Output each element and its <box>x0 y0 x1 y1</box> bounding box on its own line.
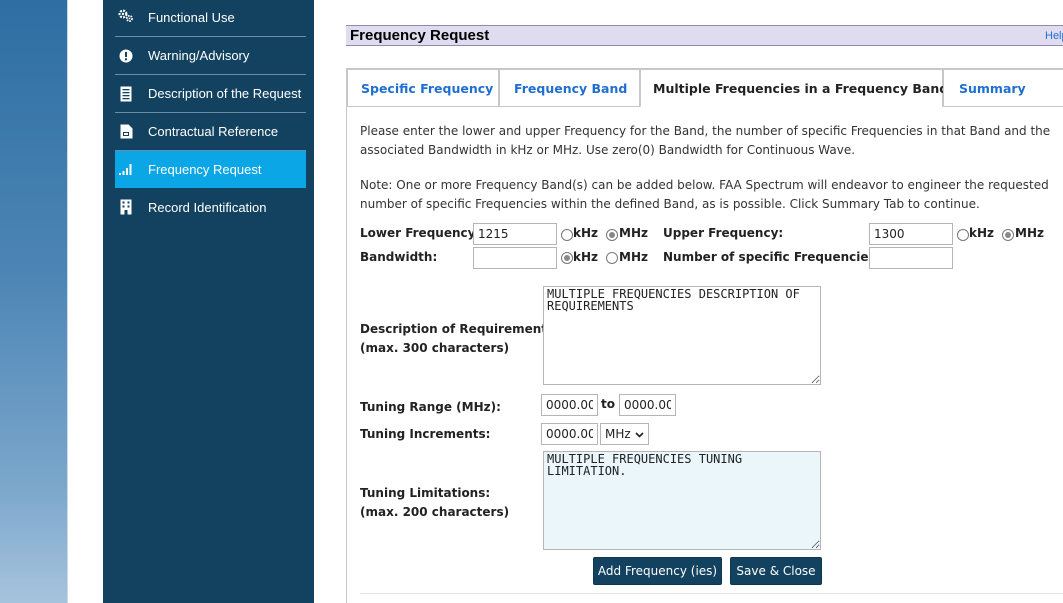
sidebar-item-label: Functional Use <box>148 10 235 25</box>
exclamation-icon <box>115 49 137 63</box>
sidebar-item-description[interactable]: Description of the Request <box>115 75 306 113</box>
chevron-down-icon <box>635 427 644 441</box>
bandwidth-khz-radio[interactable] <box>561 252 573 264</box>
select-value: MHz <box>605 427 631 441</box>
help-link[interactable]: Help <box>1045 30 1063 42</box>
sidebar-item-label: Description of the Request <box>148 86 302 101</box>
sidebar-item-label: Warning/Advisory <box>148 48 250 63</box>
tab-summary[interactable]: Summary <box>943 69 1063 107</box>
tab-frequency-band[interactable]: Frequency Band <box>499 69 640 107</box>
signal-bars-icon <box>115 163 137 175</box>
lower-khz-label: kHz <box>573 226 599 240</box>
bandwidth-label: Bandwidth: <box>360 250 438 264</box>
tab-label: Frequency Band <box>514 80 628 96</box>
left-strip-edge <box>67 0 68 603</box>
divider <box>360 593 1063 594</box>
bandwidth-mhz-radio[interactable] <box>606 252 618 264</box>
tab-specific-frequency[interactable]: Specific Frequency <box>347 69 499 107</box>
tuning-limitations-sublabel: (max. 200 characters) <box>360 505 510 519</box>
tuning-limitations-label: Tuning Limitations: <box>360 486 491 500</box>
gears-icon <box>115 9 137 23</box>
page-title-bar: Frequency Request Help <box>346 25 1063 46</box>
page-title: Frequency Request <box>350 27 490 44</box>
upper-khz-label: kHz <box>969 226 995 240</box>
tab-label: Summary <box>959 80 1026 96</box>
tuning-range-to-input[interactable] <box>619 394 676 416</box>
lower-frequency-label: Lower Frequency: <box>360 226 481 240</box>
sidebar-item-label: Frequency Request <box>148 161 262 177</box>
tuning-limitations-textarea[interactable]: MULTIPLE FREQUENCIES TUNING LIMITATION. <box>543 451 821 550</box>
sidebar-item-contractual-reference[interactable]: Contractual Reference <box>115 113 306 151</box>
sidebar-item-frequency-request[interactable]: Frequency Request <box>115 151 306 188</box>
lower-frequency-input[interactable] <box>473 223 557 245</box>
tab-label: Specific Frequency <box>361 80 494 96</box>
description-label: Description of Requirement: <box>360 322 552 336</box>
lower-mhz-radio[interactable] <box>606 229 618 241</box>
description-sublabel: (max. 300 characters) <box>360 341 510 355</box>
save-close-button[interactable]: Save & Close <box>730 557 822 585</box>
lower-mhz-label: MHz <box>619 226 648 240</box>
note-text: Note: One or more Frequency Band(s) can … <box>360 178 1049 211</box>
bandwidth-input[interactable] <box>473 247 557 269</box>
upper-frequency-label: Upper Frequency: <box>663 226 784 240</box>
tab-label: Multiple Frequencies in a Frequency Band <box>653 80 949 96</box>
add-frequencies-button[interactable]: Add Frequency (ies) <box>593 557 722 585</box>
left-gradient-strip <box>0 0 67 603</box>
sidebar-item-label: Contractual Reference <box>148 124 279 139</box>
num-specific-label: Number of specific Frequencies: <box>663 250 881 264</box>
building-icon <box>115 199 137 215</box>
upper-mhz-label: MHz <box>1015 226 1044 240</box>
tuning-increments-unit-select[interactable]: MHz <box>600 423 649 445</box>
sidebar-item-label: Record Identification <box>148 199 267 215</box>
sidebar-item-warning-advisory[interactable]: Warning/Advisory <box>115 37 306 75</box>
tuning-range-to-label: to <box>601 397 615 411</box>
tuning-range-label: Tuning Range (MHz): <box>360 400 501 414</box>
lower-khz-radio[interactable] <box>561 229 573 241</box>
instruction-text: Please enter the lower and upper Frequen… <box>360 124 1051 157</box>
description-textarea[interactable]: MULTIPLE FREQUENCIES DESCRIPTION OF REQU… <box>543 286 821 385</box>
upper-khz-radio[interactable] <box>957 229 969 241</box>
num-specific-input[interactable] <box>869 247 953 269</box>
document-icon <box>115 124 137 139</box>
sidebar: Functional Use Warning/Advisory Descript… <box>103 0 314 603</box>
tuning-increments-label: Tuning Increments: <box>360 427 491 441</box>
tuning-increments-input[interactable] <box>541 423 598 445</box>
upper-mhz-radio[interactable] <box>1002 229 1014 241</box>
tab-multiple-frequencies[interactable]: Multiple Frequencies in a Frequency Band <box>640 69 948 107</box>
upper-frequency-input[interactable] <box>869 223 953 245</box>
sidebar-item-functional-use[interactable]: Functional Use <box>115 0 306 37</box>
tuning-range-from-input[interactable] <box>541 394 598 416</box>
sidebar-item-record-identification[interactable]: Record Identification <box>115 188 306 226</box>
document-list-icon <box>115 86 137 102</box>
bandwidth-khz-label: kHz <box>573 250 599 264</box>
bandwidth-mhz-label: MHz <box>619 250 648 264</box>
